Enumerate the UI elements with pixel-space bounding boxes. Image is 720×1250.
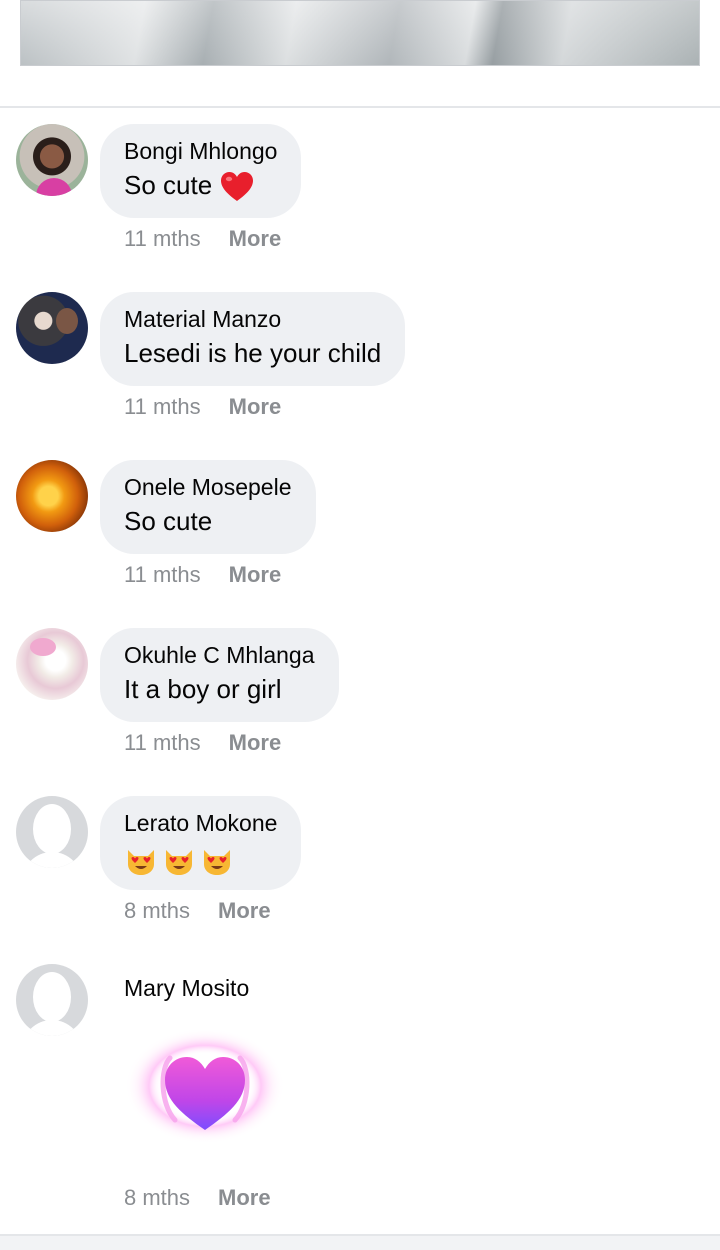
divider (0, 106, 720, 108)
comment-time[interactable]: 11 mths (124, 394, 201, 419)
comment-bubble[interactable]: Lerato Mokone (100, 796, 302, 890)
post-photo[interactable] (20, 0, 700, 66)
comment-bubble[interactable]: Okuhle C Mhlanga It a boy or girl (100, 628, 339, 722)
pulsing-heart-sticker-icon[interactable] (120, 1030, 290, 1150)
more-button[interactable]: More (218, 1185, 271, 1210)
comment-time[interactable]: 11 mths (124, 562, 201, 587)
comment-meta: 8 mths More (124, 896, 271, 926)
more-button[interactable]: More (218, 898, 271, 923)
comment-meta: 11 mths More (124, 392, 281, 422)
comment-meta: 11 mths More (124, 224, 281, 254)
avatar-head (33, 972, 71, 1022)
avatar[interactable] (16, 628, 88, 700)
avatar[interactable] (16, 460, 88, 532)
comment-author[interactable]: Lerato Mokone (124, 808, 277, 838)
more-button[interactable]: More (229, 562, 282, 587)
comment-bubble[interactable]: Onele Mosepele So cute (100, 460, 316, 554)
comment-time[interactable]: 8 mths (124, 898, 190, 923)
red-heart-icon (221, 172, 254, 202)
comment-time[interactable]: 11 mths (124, 730, 201, 755)
heart-eyes-cat-icon (204, 850, 230, 875)
comment-meta: 8 mths More (124, 1183, 271, 1213)
comment-bubble[interactable]: Material Manzo Lesedi is he your child (100, 292, 406, 386)
avatar-shoulders (22, 1020, 82, 1036)
avatar-shoulders (22, 852, 82, 868)
more-button[interactable]: More (229, 730, 282, 755)
bottom-band (0, 1236, 720, 1250)
comment-author[interactable]: Okuhle C Mhlanga (124, 640, 315, 670)
avatar-head (33, 804, 71, 854)
comment-time[interactable]: 11 mths (124, 226, 201, 251)
comment-text: Lesedi is he your child (124, 338, 382, 368)
comment-text: It a boy or girl (124, 674, 282, 704)
comment-author[interactable]: Bongi Mhlongo (124, 136, 277, 166)
heart-eyes-cat-icon (128, 850, 154, 875)
comment-bubble[interactable]: Bongi Mhlongo So cute (100, 124, 302, 218)
avatar[interactable] (16, 292, 88, 364)
default-avatar-icon[interactable] (16, 796, 88, 868)
avatar[interactable] (16, 124, 88, 196)
heart-eyes-cat-icon (166, 850, 192, 875)
comments-screen: Bongi Mhlongo So cute 11 mths More Materi… (0, 0, 720, 1250)
comment-meta: 11 mths More (124, 728, 281, 758)
comment-text: So cute (124, 166, 277, 204)
default-avatar-icon[interactable] (16, 964, 88, 1036)
emoji-row (124, 842, 277, 878)
comment-author[interactable]: Onele Mosepele (124, 472, 292, 502)
comment-text-content: So cute (124, 170, 213, 200)
comment-meta: 11 mths More (124, 560, 281, 590)
comment-time[interactable]: 8 mths (124, 1185, 190, 1210)
more-button[interactable]: More (229, 394, 282, 419)
more-button[interactable]: More (229, 226, 282, 251)
comment-author[interactable]: Material Manzo (124, 304, 381, 334)
comment-author[interactable]: Mary Mosito (124, 973, 249, 1003)
comment-text: So cute (124, 506, 213, 536)
